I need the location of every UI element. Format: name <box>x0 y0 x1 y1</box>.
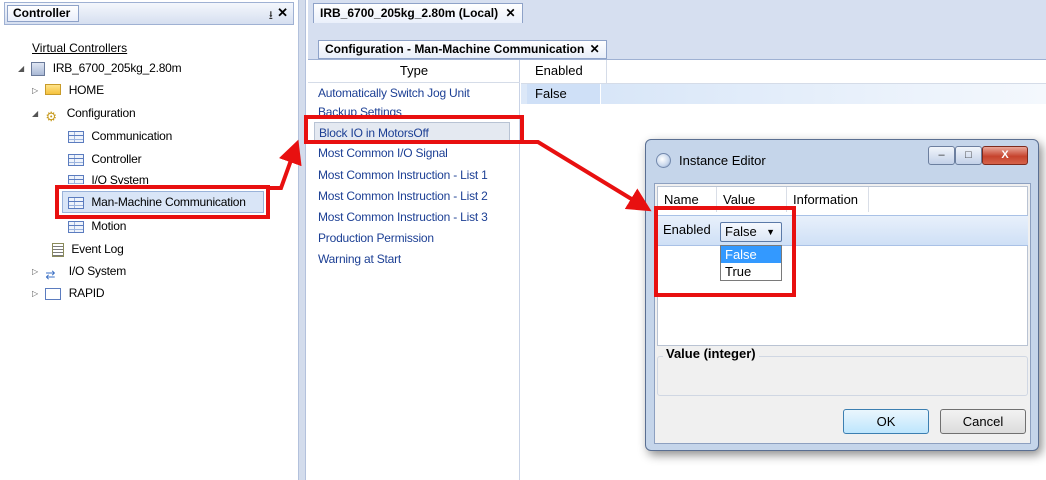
event-log-icon <box>52 242 64 257</box>
tree-item-label: I/O System <box>91 173 149 184</box>
document-tab-label: IRB_6700_205kg_2.80m (Local) <box>320 6 499 20</box>
tree-item-motion[interactable]: Motion <box>68 219 126 233</box>
close-icon[interactable]: ✕ <box>505 6 515 20</box>
table-icon <box>68 196 84 209</box>
table-icon <box>68 153 84 166</box>
close-icon[interactable]: ✕ <box>590 42 600 56</box>
name-column-header[interactable]: Name <box>658 187 717 212</box>
tree-item-label: Controller <box>91 152 142 166</box>
tree-item-configuration[interactable]: ◢ ⚙ Configuration <box>32 103 136 124</box>
pin-icon[interactable]: ⭳ <box>269 6 273 27</box>
type-item[interactable]: Most Common I/O Signal <box>318 146 448 160</box>
tree-item-io-system[interactable]: ▷ ⇄ I/O System <box>32 261 127 282</box>
tree-item-label: HOME <box>68 83 104 97</box>
ok-button[interactable]: OK <box>843 409 929 434</box>
minimize-button[interactable]: – <box>928 146 955 165</box>
information-column-header[interactable]: Information <box>787 187 869 212</box>
tree-item-event-log[interactable]: Event Log <box>52 239 124 259</box>
tree-item-io-system-config[interactable]: I/O System <box>68 170 149 184</box>
tree-item-controller[interactable]: ◢ IRB_6700_205kg_2.80m <box>18 58 182 79</box>
expand-arrow-icon[interactable]: ▷ <box>32 81 42 101</box>
enabled-column-header[interactable]: Enabled <box>527 60 607 83</box>
close-button[interactable]: X <box>982 146 1028 165</box>
type-item[interactable]: Automatically Switch Jog Unit <box>318 83 470 104</box>
tree-item-label: Communication <box>91 129 173 143</box>
configuration-tab-label: Configuration - Man-Machine Communicatio… <box>325 42 585 56</box>
value-dropdown-list: False True <box>720 245 782 281</box>
tree-item-label: Motion <box>91 219 127 233</box>
dialog-app-icon <box>656 153 671 168</box>
panel-splitter[interactable] <box>298 0 306 480</box>
folder-icon <box>45 84 62 96</box>
parameter-row[interactable]: Enabled False ▼ <box>658 215 1028 246</box>
value-column-header[interactable]: Value <box>717 187 787 212</box>
virtual-controllers-label[interactable]: Virtual Controllers <box>32 38 127 58</box>
value-select-text: False <box>725 224 757 239</box>
dialog-title: Instance Editor <box>679 153 766 168</box>
document-tab[interactable]: IRB_6700_205kg_2.80m (Local) ✕ <box>313 3 523 23</box>
type-item[interactable]: Warning at Start <box>318 249 401 270</box>
dropdown-option-true[interactable]: True <box>721 263 781 280</box>
close-icon[interactable]: ✕ <box>277 5 288 21</box>
collapse-arrow-icon[interactable]: ◢ <box>18 59 28 79</box>
tree-item-home[interactable]: ▷ HOME <box>32 80 104 100</box>
enabled-cell[interactable]: False <box>527 84 601 104</box>
collapse-arrow-icon[interactable]: ◢ <box>32 104 42 124</box>
type-item[interactable]: Most Common Instruction - List 1 <box>318 165 488 186</box>
type-column-header[interactable]: Type <box>308 60 520 83</box>
tree-item-label: I/O System <box>68 264 127 278</box>
table-icon <box>68 174 84 184</box>
type-item-selected[interactable]: Block IO in MotorsOff <box>314 122 510 143</box>
instance-row[interactable]: False <box>521 84 1046 104</box>
value-select[interactable]: False ▼ <box>720 222 782 242</box>
tree-item-label: Event Log <box>71 242 124 256</box>
dialog-body: Name Value Information Enabled False ▼ F… <box>654 183 1031 444</box>
tree-item-controller-config[interactable]: Controller <box>68 149 142 169</box>
value-type-label: Value (integer) <box>663 346 759 361</box>
controller-panel: Controller ⭳ ✕ Virtual Controllers ◢ IRB… <box>0 0 296 480</box>
parameter-name: Enabled <box>663 222 711 237</box>
tree-item-man-machine-communication[interactable]: Man-Machine Communication <box>62 191 264 213</box>
value-type-group <box>657 356 1028 396</box>
type-item[interactable]: Most Common Instruction - List 2 <box>318 186 488 207</box>
chevron-down-icon[interactable]: ▼ <box>766 223 775 241</box>
parameter-grid: Name Value Information Enabled False ▼ F… <box>657 186 1028 346</box>
table-icon <box>68 220 84 233</box>
tree-item-label: RAPID <box>68 286 105 300</box>
tree-item-label: IRB_6700_205kg_2.80m <box>52 61 182 75</box>
instance-editor-dialog: Instance Editor – □ X Name Value Informa… <box>645 139 1039 451</box>
type-item[interactable]: Backup Settings <box>318 104 402 118</box>
type-item[interactable]: Most Common Instruction - List 3 <box>318 207 488 228</box>
configuration-tab[interactable]: Configuration - Man-Machine Communicatio… <box>318 40 607 59</box>
maximize-button[interactable]: □ <box>955 146 982 165</box>
tree-item-communication[interactable]: Communication <box>68 126 172 146</box>
rapid-icon <box>45 287 62 300</box>
robot-controller-icon <box>31 61 46 76</box>
expand-arrow-icon[interactable]: ▷ <box>32 262 42 282</box>
tree-item-label: Configuration <box>66 106 136 120</box>
configuration-icon: ⚙ <box>45 108 57 124</box>
document-tabs-bar: IRB_6700_205kg_2.80m (Local) ✕ <box>308 0 1046 36</box>
expand-arrow-icon[interactable]: ▷ <box>32 284 42 304</box>
cancel-button[interactable]: Cancel <box>940 409 1026 434</box>
io-system-icon: ⇄ <box>45 267 56 282</box>
type-item[interactable]: Production Permission <box>318 228 434 249</box>
tree-item-label: Man-Machine Communication <box>91 195 246 209</box>
controller-panel-header: Controller ⭳ ✕ <box>4 2 294 25</box>
row-fill <box>601 84 1046 104</box>
type-list: Type Automatically Switch Jog Unit Backu… <box>308 60 520 480</box>
controller-tab[interactable]: Controller <box>7 5 80 22</box>
dropdown-option-false[interactable]: False <box>721 246 781 263</box>
table-icon <box>68 130 84 143</box>
tree-item-rapid[interactable]: ▷ RAPID <box>32 283 105 304</box>
